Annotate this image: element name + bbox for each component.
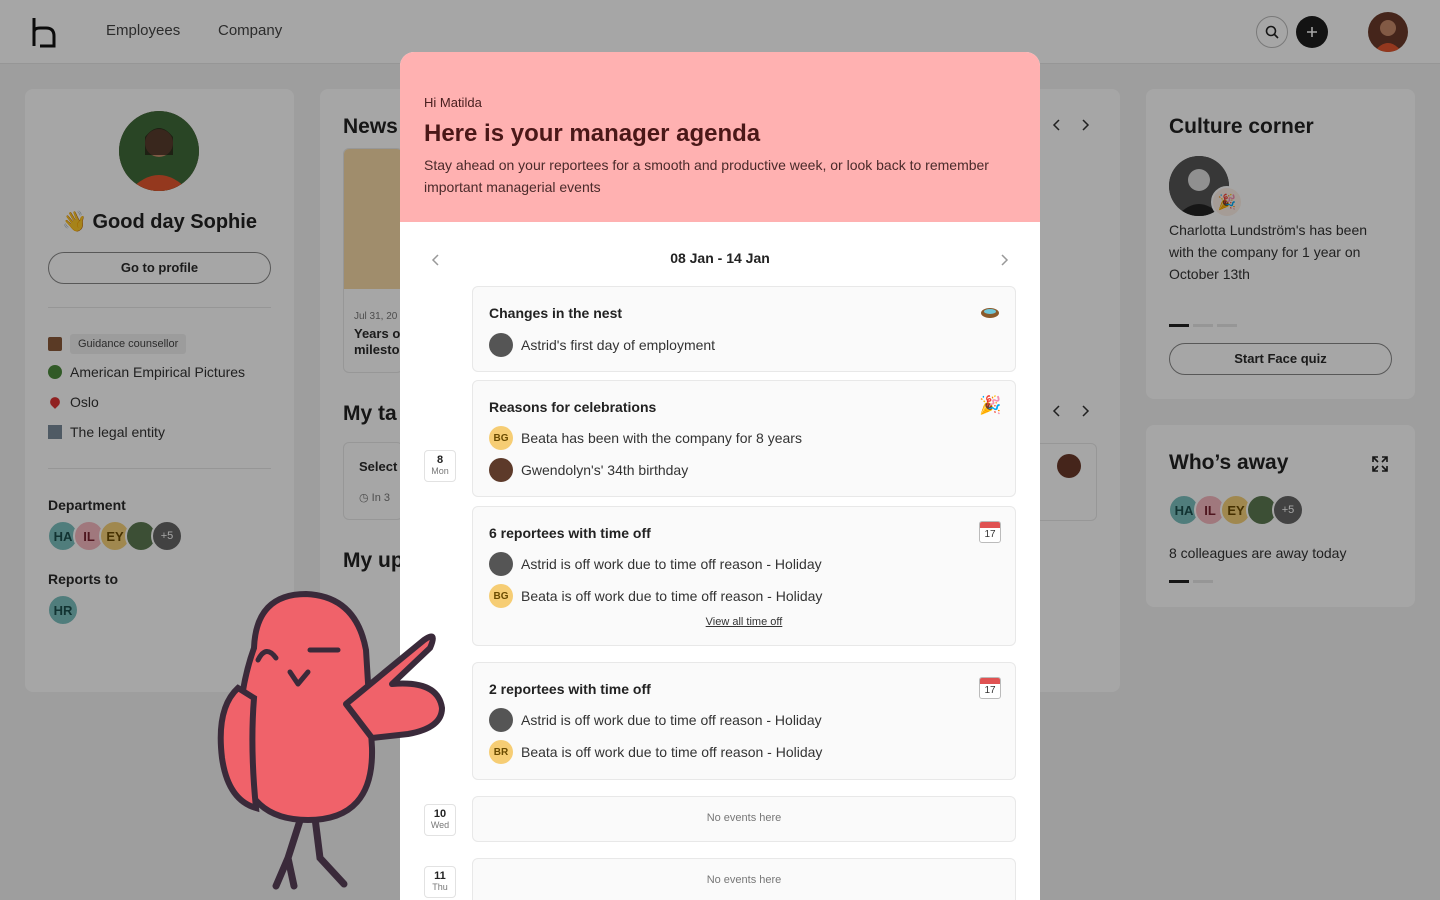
event-title: Changes in the nest bbox=[489, 305, 623, 321]
day-name: Mon bbox=[431, 466, 449, 476]
event-row: Astrid is off work due to time off reaso… bbox=[489, 708, 822, 732]
event-title: 2 reportees with time off bbox=[489, 681, 651, 697]
avatar bbox=[489, 552, 513, 576]
calendar-icon: 17 bbox=[979, 677, 1001, 699]
event-row-text: Beata is off work due to time off reason… bbox=[521, 588, 823, 604]
week-range: 08 Jan - 14 Jan bbox=[670, 250, 770, 266]
week-navigator: 08 Jan - 14 Jan bbox=[400, 248, 1040, 272]
calendar-icon: 17 bbox=[979, 521, 1001, 543]
avatar bbox=[489, 708, 513, 732]
avatar: BG bbox=[489, 426, 513, 450]
event-row: BR Beata is off work due to time off rea… bbox=[489, 740, 822, 764]
event-row: Astrid's first day of employment bbox=[489, 333, 715, 357]
event-row-text: Beata has been with the company for 8 ye… bbox=[521, 430, 802, 446]
event-row: Gwendolyn's' 34th birthday bbox=[489, 458, 688, 482]
day-number: 8 bbox=[436, 454, 444, 466]
bird-mascot-illustration bbox=[217, 590, 445, 890]
modal-greeting: Hi Matilda bbox=[424, 95, 482, 110]
modal-description: Stay ahead on your reportees for a smoot… bbox=[424, 157, 989, 195]
view-all-time-off-link[interactable]: View all time off bbox=[473, 616, 1015, 628]
avatar bbox=[489, 458, 513, 482]
event-row-text: Astrid is off work due to time off reaso… bbox=[521, 712, 822, 728]
event-card-empty: No events here bbox=[472, 796, 1016, 842]
event-row: Astrid is off work due to time off reaso… bbox=[489, 552, 822, 576]
event-row: BG Beata is off work due to time off rea… bbox=[489, 584, 822, 608]
event-row-text: Beata is off work due to time off reason… bbox=[521, 744, 823, 760]
event-row-text: Astrid's first day of employment bbox=[521, 337, 716, 353]
event-title: 6 reportees with time off bbox=[489, 525, 651, 541]
party-popper-icon: 🎉 bbox=[979, 395, 1002, 415]
event-card-time-off-2[interactable]: 2 reportees with time off 17 Astrid is o… bbox=[472, 662, 1016, 780]
avatar: BR bbox=[489, 740, 513, 764]
manager-agenda-modal: Hi Matilda Here is your manager agenda S… bbox=[400, 52, 1040, 900]
event-card-time-off-6[interactable]: 6 reportees with time off 17 Astrid is o… bbox=[472, 506, 1016, 646]
next-week-button[interactable] bbox=[992, 248, 1016, 272]
event-row-text: Astrid is off work due to time off reaso… bbox=[521, 556, 822, 572]
event-row-text: Gwendolyn's' 34th birthday bbox=[521, 462, 689, 478]
avatar: BG bbox=[489, 584, 513, 608]
day-badge-mon: 8 Mon bbox=[424, 450, 456, 482]
modal-header: Hi Matilda Here is your manager agenda S… bbox=[400, 52, 1040, 222]
event-card-empty: No events here bbox=[472, 858, 1016, 900]
avatar bbox=[489, 333, 513, 357]
chevron-right-icon bbox=[1001, 254, 1009, 266]
event-card-celebrations[interactable]: Reasons for celebrations 🎉 BG Beata has … bbox=[472, 380, 1016, 497]
event-row: BG Beata has been with the company for 8… bbox=[489, 426, 802, 450]
nest-icon bbox=[981, 308, 999, 318]
modal-title: Here is your manager agenda bbox=[424, 120, 761, 147]
event-card-nest[interactable]: Changes in the nest Astrid's first day o… bbox=[472, 286, 1016, 372]
no-events-text: No events here bbox=[706, 874, 782, 886]
event-title: Reasons for celebrations bbox=[489, 399, 657, 415]
no-events-text: No events here bbox=[706, 812, 782, 824]
